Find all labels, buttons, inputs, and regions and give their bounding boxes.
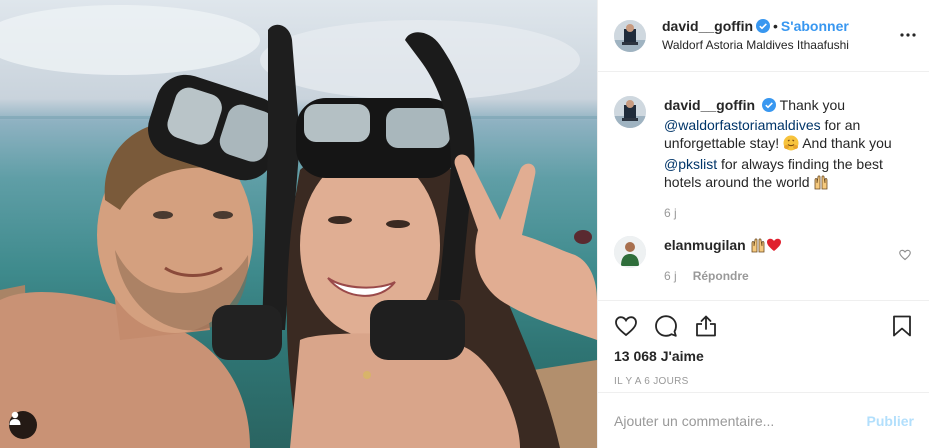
comment-item: elanmugilan 6 j Répondre xyxy=(614,236,913,285)
verified-badge-icon xyxy=(762,98,777,116)
author-avatar[interactable] xyxy=(614,19,646,52)
caption-time[interactable]: 6 j xyxy=(664,204,677,222)
more-options-icon[interactable] xyxy=(899,26,917,47)
separator-dot: • xyxy=(773,17,778,34)
user-tag-button[interactable] xyxy=(9,411,37,439)
avatar-image xyxy=(614,96,646,128)
author-username[interactable]: david__goffin xyxy=(662,18,753,34)
action-icons xyxy=(614,301,914,351)
share-icon[interactable] xyxy=(694,314,718,338)
bookmark-icon[interactable] xyxy=(890,314,914,338)
photo-illustration xyxy=(0,5,597,448)
heart-icon[interactable] xyxy=(614,314,638,338)
caption-body: david__goffin Thank you @waldorfastoriam… xyxy=(664,96,904,222)
post-photo[interactable] xyxy=(0,0,597,448)
comments-list: david__goffin Thank you @waldorfastoriam… xyxy=(598,72,929,299)
raising-hands-emoji-icon xyxy=(813,174,829,194)
raising-hands-emoji-icon xyxy=(750,237,766,257)
caption-author-avatar[interactable] xyxy=(614,96,646,128)
post-side-panel: david__goffin • S'abonner Waldorf Astoria… xyxy=(597,0,929,448)
caption-comment: david__goffin Thank you @waldorfastoriam… xyxy=(614,96,913,222)
commenter-avatar[interactable] xyxy=(614,236,646,268)
red-heart-emoji-icon xyxy=(766,237,782,257)
comment-input[interactable] xyxy=(614,412,867,429)
post-timestamp[interactable]: Il y a 6 jours xyxy=(614,376,914,387)
avatar-image xyxy=(614,236,646,268)
caption-text: And thank you xyxy=(799,135,892,151)
hugging-face-emoji-icon xyxy=(783,135,799,155)
likes-count[interactable]: 13 068 J'aime xyxy=(614,349,914,363)
avatar-image xyxy=(614,19,646,52)
reply-button[interactable]: Répondre xyxy=(693,267,749,285)
mention-link[interactable]: @waldorfastoriamaldives xyxy=(664,117,821,133)
publish-button[interactable]: Publier xyxy=(867,413,914,429)
post-location[interactable]: Waldorf Astoria Maldives Ithaafushi xyxy=(662,37,849,54)
caption-username[interactable]: david__goffin xyxy=(664,97,755,113)
user-tag-icon xyxy=(9,411,21,425)
caption-meta: 6 j xyxy=(664,204,904,222)
commenter-username[interactable]: elanmugilan xyxy=(664,237,746,253)
follow-button[interactable]: S'abonner xyxy=(781,18,849,34)
comment-icon[interactable] xyxy=(654,314,678,338)
header-text: david__goffin • S'abonner Waldorf Astoria… xyxy=(662,18,849,54)
caption-text: Thank you xyxy=(779,97,846,113)
comment-like-heart-icon[interactable] xyxy=(899,248,911,264)
verified-badge-icon xyxy=(756,18,771,37)
instagram-post: david__goffin • S'abonner Waldorf Astoria… xyxy=(0,0,929,448)
mention-link[interactable]: @pkslist xyxy=(664,156,717,172)
comment-body: elanmugilan 6 j Répondre xyxy=(664,236,904,285)
comment-time[interactable]: 6 j xyxy=(664,267,677,285)
comment-composer: Publier xyxy=(598,392,929,448)
post-actions: 13 068 J'aime Il y a 6 jours xyxy=(598,300,929,387)
post-header: david__goffin • S'abonner Waldorf Astoria… xyxy=(598,0,929,72)
comment-meta: 6 j Répondre xyxy=(664,267,904,285)
